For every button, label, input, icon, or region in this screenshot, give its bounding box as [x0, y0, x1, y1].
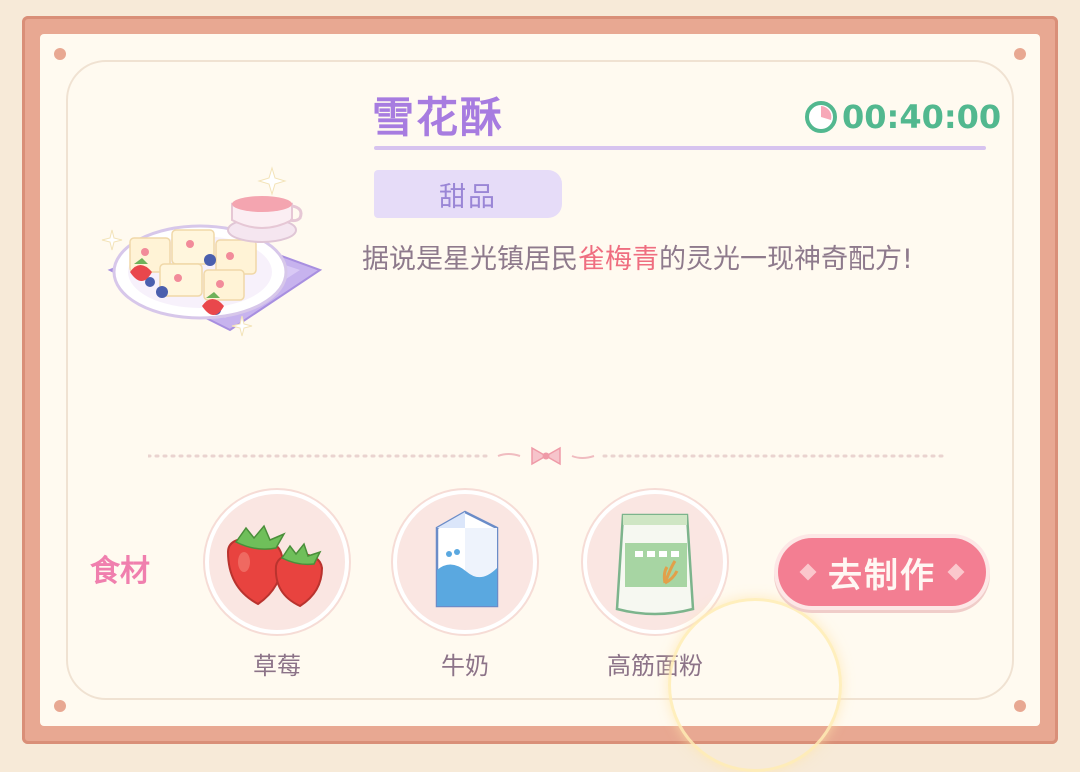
timer-value: 00:40:00	[842, 98, 1002, 136]
ingredient-name: 牛奶	[441, 652, 489, 680]
title-underline	[374, 146, 986, 150]
ingredients-label: 食材	[90, 554, 150, 589]
ingredient-slot[interactable]: 草莓	[202, 490, 352, 681]
flour-bag-icon	[615, 513, 695, 616]
description-text-end: 的灵光一现神奇配方!	[659, 244, 913, 275]
clock-icon	[805, 101, 837, 133]
go-make-label: 去制作	[828, 555, 936, 596]
ingredient-slot[interactable]: 牛奶	[390, 490, 540, 681]
corner-stud	[54, 48, 66, 60]
recipe-card	[40, 34, 1040, 726]
corner-stud	[1014, 700, 1026, 712]
category-tag: 甜品	[374, 170, 562, 218]
recipe-description: 据说是星光镇居民雀梅青的灵光一现神奇配方!	[362, 236, 962, 284]
ingredient-name: 草莓	[253, 652, 301, 680]
ingredient-circle	[205, 490, 349, 634]
tap-highlight-ring	[668, 598, 842, 772]
ingredient-circle	[393, 490, 537, 634]
cook-timer: 00:40:00	[804, 98, 1001, 136]
category-label: 甜品	[439, 181, 497, 213]
description-highlight-name: 雀梅青	[578, 244, 659, 275]
recipe-title: 雪花酥	[372, 93, 505, 142]
go-make-button[interactable]: 去制作	[778, 538, 986, 606]
bow-divider	[148, 446, 944, 466]
milk-carton-icon	[435, 510, 499, 608]
diamond-decor-icon	[799, 563, 817, 581]
corner-stud	[1014, 48, 1026, 60]
bow-icon	[531, 446, 561, 466]
snowflake-crisp-dish-icon	[101, 166, 323, 337]
corner-stud	[54, 700, 66, 712]
description-text: 据说是星光镇居民	[362, 244, 578, 275]
strawberry-icon	[226, 524, 324, 608]
diamond-decor-icon	[947, 563, 965, 581]
